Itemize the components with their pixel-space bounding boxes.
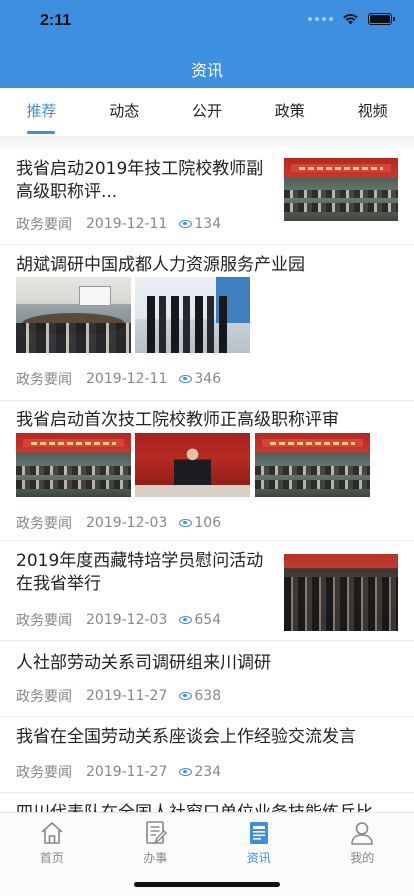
news-image <box>16 433 131 497</box>
view-count: 134 <box>194 216 222 232</box>
news-item[interactable]: 我省启动首次技工院校教师正高级职称评审 政务要闻 2019-12-03 106 <box>0 401 414 541</box>
news-image <box>16 277 131 353</box>
news-source: 政务要闻 <box>16 613 72 629</box>
news-source: 政务要闻 <box>16 372 72 388</box>
news-item[interactable]: 人社部劳动关系司调研组来川调研 政务要闻 2019-11-27 638 <box>0 641 414 717</box>
user-icon <box>351 822 374 845</box>
news-image <box>135 433 250 497</box>
news-thumbnail <box>284 554 398 631</box>
eye-icon <box>179 768 193 776</box>
news-date: 2019-11-27 <box>86 764 168 780</box>
news-item[interactable]: 我省启动2019年技工院校教师副高级职称评... 政务要闻 2019-12-11… <box>0 148 414 245</box>
news-thumbnail <box>284 158 398 221</box>
eye-icon <box>179 220 193 228</box>
status-indicators <box>308 13 395 25</box>
nav-services-label: 办事 <box>143 851 168 865</box>
news-icon <box>249 822 268 844</box>
eye-icon <box>179 616 193 624</box>
news-meta: 政务要闻 2019-11-27 234 <box>16 762 221 782</box>
news-date: 2019-12-11 <box>86 371 168 387</box>
nav-profile-label: 我的 <box>350 851 375 865</box>
top-header: 2:11 资讯 <box>0 0 414 88</box>
news-source: 政务要闻 <box>16 689 72 705</box>
news-title: 胡斌调研中国成都人力资源服务产业园 <box>16 255 305 275</box>
news-title: 我省启动2019年技工院校教师副高级职称评... <box>16 159 264 202</box>
tabs-divider <box>0 136 414 148</box>
tab-public[interactable]: 公开 <box>166 88 249 136</box>
tab-recommended[interactable]: 推荐 <box>0 88 83 136</box>
news-title: 四川代表队在全国人社窗口单位业务技能练兵比 <box>16 802 406 812</box>
view-count: 654 <box>194 612 222 628</box>
eye-icon <box>179 519 193 527</box>
nav-home-label: 首页 <box>39 851 64 865</box>
eye-icon <box>179 375 193 383</box>
view-count: 234 <box>194 764 222 780</box>
news-item[interactable]: 胡斌调研中国成都人力资源服务产业园 政务要闻 2019-12-11 346 <box>0 245 414 401</box>
nav-profile[interactable]: 我的 <box>311 813 414 896</box>
news-date: 2019-12-03 <box>86 612 168 628</box>
news-item[interactable]: 我省在全国劳动关系座谈会上作经验交流发言 政务要闻 2019-11-27 234 <box>0 717 414 793</box>
signal-icon <box>308 17 333 21</box>
home-indicator[interactable] <box>134 882 280 887</box>
news-meta: 政务要闻 2019-12-11 346 <box>16 369 221 389</box>
status-time: 2:11 <box>40 12 72 29</box>
tab-updates[interactable]: 动态 <box>83 88 166 136</box>
news-image <box>255 433 370 497</box>
nav-home[interactable]: 首页 <box>0 813 104 896</box>
news-source: 政务要闻 <box>16 516 72 532</box>
view-count: 106 <box>194 515 222 531</box>
news-date: 2019-12-11 <box>86 216 168 232</box>
home-icon <box>41 822 63 844</box>
news-date: 2019-11-27 <box>86 688 168 704</box>
category-tabs: 推荐 动态 公开 政策 视频 <box>0 88 414 136</box>
wifi-icon <box>343 14 358 25</box>
news-source: 政务要闻 <box>16 217 72 233</box>
tab-video[interactable]: 视频 <box>331 88 414 136</box>
news-item[interactable]: 2019年度西藏特培学员慰问活动在我省举行 政务要闻 2019-12-03 65… <box>0 541 414 641</box>
eye-icon <box>179 692 193 700</box>
news-feed[interactable]: 我省启动2019年技工院校教师副高级职称评... 政务要闻 2019-12-11… <box>0 148 414 812</box>
document-edit-icon <box>146 821 168 846</box>
news-title: 我省启动首次技工院校教师正高级职称评审 <box>16 410 339 430</box>
page-title: 资讯 <box>190 61 223 80</box>
view-count: 346 <box>194 371 222 387</box>
news-meta: 政务要闻 2019-12-03 106 <box>16 513 221 533</box>
news-meta: 政务要闻 2019-12-11 134 <box>16 214 221 234</box>
news-title: 2019年度西藏特培学员慰问活动在我省举行 <box>16 551 264 594</box>
news-source: 政务要闻 <box>16 765 72 781</box>
news-meta: 政务要闻 2019-12-03 654 <box>16 610 221 630</box>
news-image <box>135 277 250 353</box>
news-date: 2019-12-03 <box>86 515 168 531</box>
tab-policy[interactable]: 政策 <box>248 88 331 136</box>
news-meta: 政务要闻 2019-11-27 638 <box>16 686 221 706</box>
news-title: 人社部劳动关系司调研组来川调研 <box>16 653 271 673</box>
news-title: 我省在全国劳动关系座谈会上作经验交流发言 <box>16 727 356 747</box>
nav-news-label: 资讯 <box>246 851 271 865</box>
battery-icon <box>368 13 395 25</box>
view-count: 638 <box>194 688 222 704</box>
news-item[interactable]: 四川代表队在全国人社窗口单位业务技能练兵比 <box>0 793 414 812</box>
